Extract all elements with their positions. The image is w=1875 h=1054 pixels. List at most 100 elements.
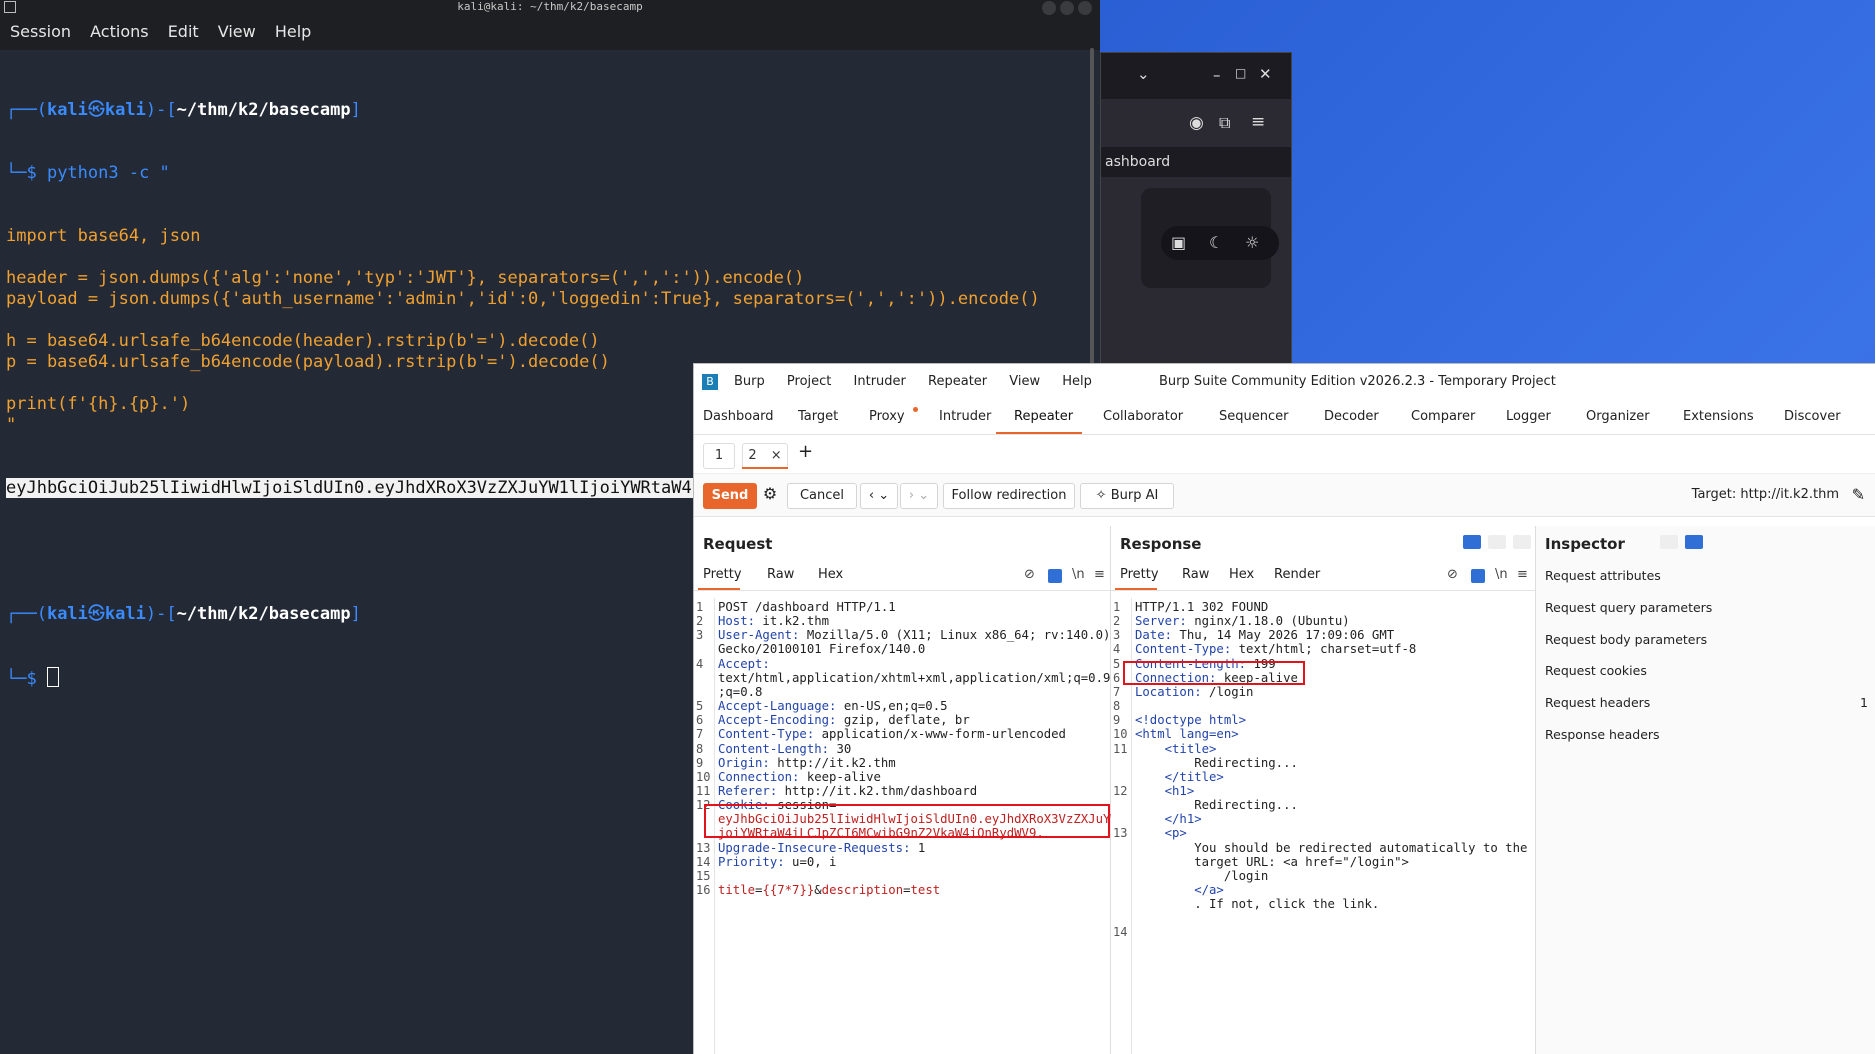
cookie-highlight-box: [704, 804, 1110, 838]
bookmark-dashboard[interactable]: ashboard: [1101, 147, 1291, 177]
code-line: POST /dashboard HTTP/1.1: [718, 600, 896, 614]
newline-icon[interactable]: \n: [1495, 567, 1508, 582]
request-title: Request: [703, 535, 773, 553]
menu-intruder[interactable]: Intruder: [854, 374, 906, 389]
body-param-part: test: [910, 883, 941, 897]
follow-redirection-button[interactable]: Follow redirection: [943, 483, 1075, 509]
hide-eye-icon[interactable]: ⊘: [1447, 567, 1458, 582]
tab-hex[interactable]: Hex: [818, 567, 843, 582]
tab-proxy[interactable]: Proxy: [869, 409, 905, 424]
window-controls[interactable]: [1038, 1, 1092, 15]
single-view-icon[interactable]: [1513, 535, 1532, 549]
minimize-icon[interactable]: [1042, 1, 1056, 15]
inspector-item[interactable]: Request headers: [1545, 695, 1650, 710]
target-label[interactable]: Target: http://it.k2.thm: [1692, 487, 1839, 502]
tab-sequencer[interactable]: Sequencer: [1219, 409, 1288, 424]
tab-dashboard[interactable]: Dashboard: [703, 409, 774, 424]
settings-gear-icon[interactable]: ⚙: [760, 483, 780, 507]
system-theme-icon[interactable]: ▣: [1171, 233, 1186, 252]
split-view-icon[interactable]: [1463, 535, 1481, 549]
tab-organizer[interactable]: Organizer: [1586, 409, 1650, 424]
maximize-icon[interactable]: □: [1235, 66, 1246, 80]
tab-collaborator[interactable]: Collaborator: [1103, 409, 1183, 424]
burp-ai-button[interactable]: ✧ Burp AI: [1080, 483, 1174, 509]
wrap-icon[interactable]: [1471, 569, 1485, 583]
request-pane: Request Pretty Raw Hex ⊘ \n ≡ 1 POST /das…: [694, 526, 1140, 1054]
inspector-item[interactable]: Request query parameters: [1545, 600, 1712, 615]
tab-target[interactable]: Target: [798, 409, 838, 424]
close-icon[interactable]: ✕: [1259, 65, 1272, 83]
theme-switcher[interactable]: ▣ ☾ ☼: [1161, 226, 1279, 260]
inspector-item[interactable]: Request body parameters: [1545, 632, 1707, 647]
tab-hex[interactable]: Hex: [1229, 567, 1254, 582]
header-key: Priority:: [718, 854, 785, 869]
terminal-scrollbar[interactable]: [1090, 48, 1094, 368]
wrap-icon[interactable]: [1048, 569, 1062, 583]
newline-icon[interactable]: \n: [1072, 567, 1085, 582]
burp-window[interactable]: B Burp Project Intruder Repeater View He…: [694, 364, 1875, 1054]
menu-help[interactable]: Help: [1062, 374, 1092, 389]
header-value: application/x-www-form-urlencoded: [814, 727, 1066, 742]
maximize-icon[interactable]: [1060, 1, 1074, 15]
menu-edit[interactable]: Edit: [168, 22, 199, 41]
tab-intruder[interactable]: Intruder: [939, 409, 991, 424]
menu-lines-icon[interactable]: ≡: [1517, 567, 1528, 582]
hide-eye-icon[interactable]: ⊘: [1024, 567, 1035, 582]
tab-decoder[interactable]: Decoder: [1324, 409, 1379, 424]
menu-session[interactable]: Session: [10, 22, 71, 41]
code-line: ;q=0.8: [718, 685, 762, 699]
cancel-button[interactable]: Cancel: [787, 483, 857, 509]
tab-extensions[interactable]: Extensions: [1683, 409, 1754, 424]
close-icon[interactable]: [1078, 1, 1092, 15]
tab-raw[interactable]: Raw: [1182, 567, 1209, 582]
header-value: <h1>: [1135, 783, 1195, 798]
menu-help[interactable]: Help: [275, 22, 311, 41]
inspector-item[interactable]: Request cookies: [1545, 663, 1647, 678]
tab-discover[interactable]: Discover: [1784, 409, 1841, 424]
menu-view[interactable]: View: [218, 22, 256, 41]
browser-window[interactable]: ⌄ – □ ✕ ◉ ⧉ ≡ ashboard ▣ ☾ ☼: [1100, 52, 1292, 366]
menu-lines-icon[interactable]: ≡: [1094, 567, 1105, 582]
inspector-item[interactable]: Request attributes: [1545, 568, 1661, 583]
sun-icon[interactable]: ☼: [1245, 233, 1259, 252]
active-view-indicator: [698, 588, 740, 590]
inspector-panel-icon[interactable]: [1685, 535, 1704, 549]
code-line: h = base64.urlsafe_b64encode(header).rst…: [6, 331, 600, 351]
send-button[interactable]: Send: [703, 483, 757, 509]
code-line: Accept:: [718, 657, 770, 671]
horizontal-view-icon[interactable]: [1488, 535, 1507, 549]
repeater-tab-1[interactable]: 1: [703, 443, 735, 469]
account-icon[interactable]: ◉: [1189, 113, 1204, 133]
tab-render[interactable]: Render: [1274, 567, 1320, 582]
inspector-view-icon[interactable]: [1660, 535, 1678, 549]
menu-project[interactable]: Project: [787, 374, 831, 389]
code-line: Upgrade-Insecure-Requests: 1: [718, 841, 925, 855]
tab-pretty[interactable]: Pretty: [1120, 567, 1159, 582]
tab-pretty[interactable]: Pretty: [703, 567, 742, 582]
repeater-tab-2[interactable]: 2 ×: [742, 443, 788, 469]
tab-repeater[interactable]: Repeater: [1014, 409, 1073, 424]
menu-view[interactable]: View: [1009, 374, 1040, 389]
tab-logger[interactable]: Logger: [1506, 409, 1551, 424]
menu-repeater[interactable]: Repeater: [928, 374, 987, 389]
chevron-right-icon: › ⌄: [908, 488, 930, 503]
chevron-down-icon[interactable]: ⌄: [1137, 65, 1150, 83]
extensions-icon[interactable]: ⧉: [1219, 113, 1230, 133]
header-value: keep-alive: [799, 769, 881, 784]
add-tab-icon[interactable]: +: [798, 441, 813, 462]
line-number: 5: [696, 699, 704, 714]
tab-comparer[interactable]: Comparer: [1411, 409, 1475, 424]
pencil-icon[interactable]: ✎: [1852, 485, 1865, 504]
minimize-icon[interactable]: –: [1213, 66, 1221, 84]
history-back-button[interactable]: ‹ ⌄: [860, 483, 898, 509]
history-forward-button[interactable]: › ⌄: [900, 483, 938, 509]
inspector-item[interactable]: Response headers: [1545, 727, 1660, 742]
close-tab-icon[interactable]: ×: [771, 448, 782, 463]
tab-raw[interactable]: Raw: [767, 567, 794, 582]
menu-actions[interactable]: Actions: [90, 22, 148, 41]
moon-icon[interactable]: ☾: [1209, 233, 1223, 252]
menu-burp[interactable]: Burp: [734, 374, 765, 389]
hamburger-menu-icon[interactable]: ≡: [1251, 112, 1265, 132]
inspector-layout-buttons[interactable]: [1658, 535, 1704, 571]
